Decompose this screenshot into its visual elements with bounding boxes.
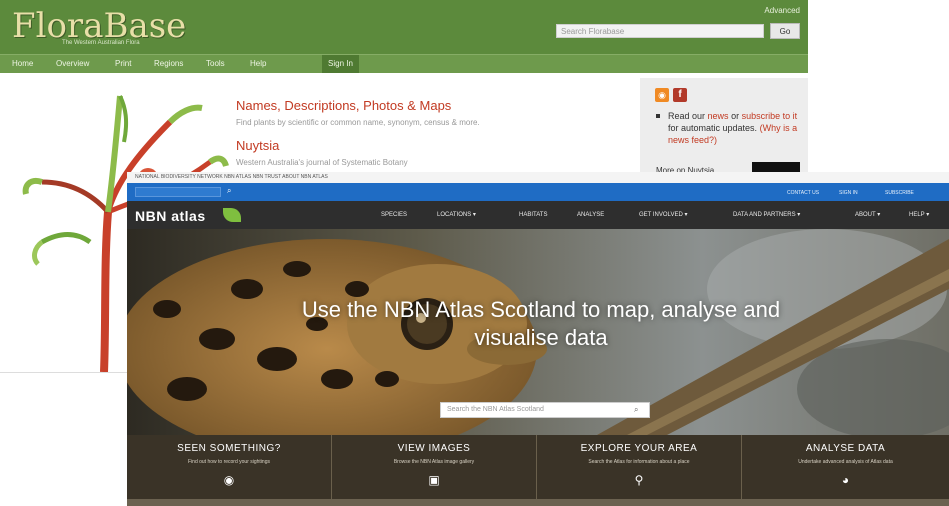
nav-analyse[interactable]: ANALYSE — [577, 210, 604, 220]
florabase-go-button[interactable]: Go — [770, 23, 800, 39]
nav-print[interactable]: Print — [115, 55, 131, 73]
tile-explore-your-area[interactable]: EXPLORE YOUR AREA Search the Atlas for i… — [537, 435, 742, 499]
nav-overview[interactable]: Overview — [56, 55, 89, 73]
image-icon: ▣ — [428, 473, 440, 487]
pie-chart-icon: ◕ — [841, 473, 850, 487]
nuytsia-heading[interactable]: Nuytsia — [236, 138, 279, 153]
bottom-strip — [127, 499, 949, 506]
nav-regions[interactable]: Regions — [154, 55, 183, 73]
nbn-utility-bar — [127, 183, 949, 201]
tile-analyse-data[interactable]: ANALYSE DATA Undertake advanced analysis… — [742, 435, 949, 499]
tile-seen-something[interactable]: SEEN SOMETHING? Find out how to record y… — [127, 435, 332, 499]
nbn-utility-search-input[interactable] — [135, 187, 221, 197]
news-pre: Read our — [668, 111, 706, 121]
tile-subtitle: Find out how to record your sightings — [188, 459, 270, 465]
nbn-atlas-logo[interactable]: NBN atlas — [135, 208, 206, 224]
sign-in-link[interactable]: SIGN IN — [839, 188, 858, 198]
tile-title: SEEN SOMETHING? — [177, 443, 281, 454]
subscribe-link[interactable]: SUBSCRIBE — [885, 188, 914, 198]
names-descriptions-heading[interactable]: Names, Descriptions, Photos & Maps — [236, 98, 451, 113]
nav-species[interactable]: SPECIES — [381, 210, 407, 220]
bullet-icon — [656, 114, 660, 118]
nbn-atlas-window: NATIONAL BIODIVERSITY NETWORK NBN ATLAS … — [127, 172, 949, 506]
tile-title: VIEW IMAGES — [397, 443, 471, 454]
tile-subtitle: Undertake advanced analysis of Atlas dat… — [798, 459, 893, 465]
nav-home[interactable]: Home — [12, 55, 33, 73]
nav-habitats[interactable]: HABITATS — [519, 210, 547, 220]
nav-about[interactable]: ABOUT ▾ — [855, 210, 880, 220]
nav-locations[interactable]: LOCATIONS ▾ — [437, 210, 476, 220]
florabase-tagline: The Western Australian Flora — [62, 40, 140, 46]
names-descriptions-subtext: Find plants by scientific or common name… — [236, 118, 480, 127]
camera-icon: ◉ — [223, 473, 235, 487]
nav-help[interactable]: Help — [250, 55, 266, 73]
tile-title: EXPLORE YOUR AREA — [580, 443, 698, 454]
nav-sign-in[interactable]: Sign In — [322, 55, 359, 73]
florabase-nav: Home Overview Print Regions Tools Help S… — [0, 54, 808, 73]
nav-get-involved[interactable]: GET INVOLVED ▾ — [639, 210, 687, 220]
news-link[interactable]: news — [708, 111, 729, 121]
facebook-icon[interactable]: f — [673, 88, 687, 102]
search-icon[interactable]: ⌕ — [227, 187, 235, 195]
nav-help[interactable]: HELP ▾ — [909, 210, 929, 220]
nbn-topbar-links[interactable]: NATIONAL BIODIVERSITY NETWORK NBN ATLAS … — [135, 174, 328, 180]
tile-subtitle: Browse the NBN Atlas image gallery — [393, 459, 475, 465]
nav-tools[interactable]: Tools — [206, 55, 225, 73]
tile-view-images[interactable]: VIEW IMAGES Browse the NBN Atlas image g… — [332, 435, 537, 499]
florabase-search-input[interactable]: Search Florabase — [556, 24, 764, 38]
tile-subtitle: Search the Atlas for information about a… — [588, 459, 690, 465]
search-icon[interactable]: ⌕ — [634, 405, 638, 415]
hero-search-input[interactable]: Search the NBN Atlas Scotland — [440, 402, 650, 418]
subscribe-link[interactable]: subscribe to it — [742, 111, 798, 121]
news-mid: or — [731, 111, 740, 121]
hero-headline: Use the NBN Atlas Scotland to map, analy… — [301, 297, 781, 350]
map-pin-icon: ⚲ — [634, 473, 644, 487]
contact-us-link[interactable]: CONTACT US — [787, 188, 819, 198]
rss-icon[interactable]: ◉ — [655, 88, 669, 102]
tile-title: ANALYSE DATA — [805, 443, 886, 454]
nuytsia-subtext: Western Australia's journal of Systemati… — [236, 158, 408, 167]
news-text: Read our news or subscribe to it for aut… — [668, 110, 798, 146]
nav-data-and-partners[interactable]: DATA AND PARTNERS ▾ — [733, 210, 800, 220]
advanced-search-link[interactable]: Advanced — [764, 6, 800, 15]
news-post: for automatic updates. — [668, 123, 758, 133]
